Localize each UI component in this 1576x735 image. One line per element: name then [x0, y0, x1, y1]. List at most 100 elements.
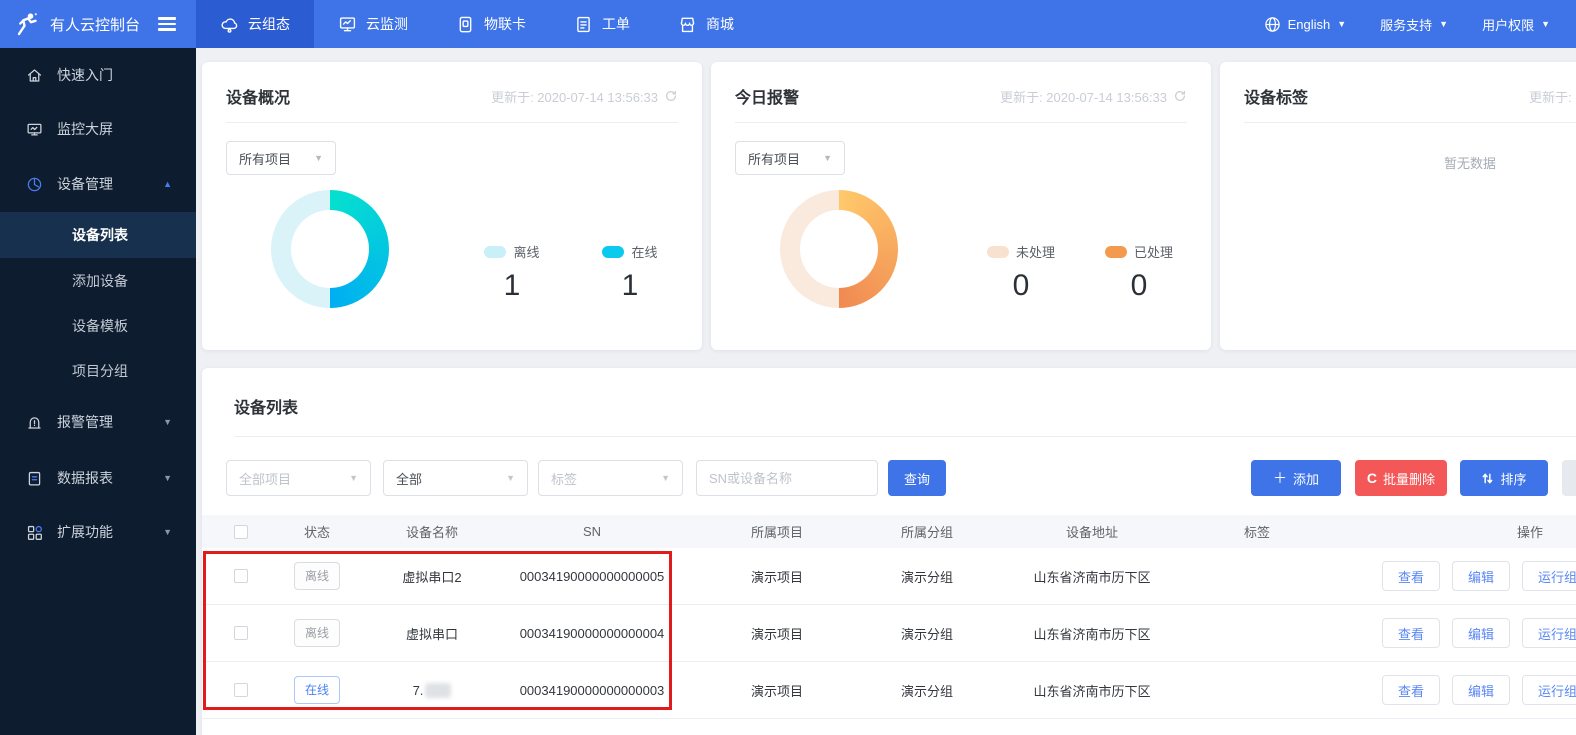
updated-timestamp: 更新于: 2020-07-14 13:56:33: [1000, 87, 1187, 106]
card-title: 设备标签: [1244, 84, 1308, 108]
sidebar-item-device-list[interactable]: 设备列表: [0, 212, 196, 258]
table-header-row: 状态 设备名称 SN 所属项目 所属分组 设备地址 标签 操作: [202, 515, 1576, 548]
sidebar-item-project-group[interactable]: 项目分组: [0, 348, 196, 393]
sidebar-item-extensions[interactable]: 扩展功能 ▼: [0, 505, 196, 559]
refresh-icon[interactable]: [1173, 89, 1187, 103]
edit-button[interactable]: 编辑: [1452, 561, 1510, 591]
edit-button[interactable]: 编辑: [1452, 675, 1510, 705]
updated-timestamp: 更新于: 2020-07-14 13:56:33: [1529, 87, 1576, 106]
user-permission-menu[interactable]: 用户权限 ▼: [1482, 15, 1550, 34]
chevron-down-icon: ▼: [163, 418, 196, 427]
refresh-c-icon: C: [1367, 471, 1377, 485]
empty-data-text: 暂无数据: [1220, 153, 1576, 172]
run-scada-button[interactable]: 运行组态: [1522, 561, 1576, 591]
status-badge: 在线: [294, 676, 340, 704]
online-count: 1: [588, 269, 672, 303]
sort-button[interactable]: 排序: [1460, 460, 1548, 496]
batch-delete-button[interactable]: C 批量删除: [1355, 460, 1447, 496]
status-badge: 离线: [294, 562, 340, 590]
device-address: 山东省济南市历下区: [982, 624, 1202, 643]
redacted-blur: [425, 683, 451, 698]
sim-card-icon: [456, 15, 475, 34]
table-row: 离线 虚拟串口 00034190000000000004 演示项目 演示分组 山…: [202, 605, 1576, 662]
row-checkbox[interactable]: [234, 626, 248, 640]
run-scada-button[interactable]: 运行组态: [1522, 618, 1576, 648]
nav-right: English ▼ 服务支持 ▼ 用户权限 ▼: [1264, 0, 1576, 48]
device-sn: 00034190000000000005: [502, 569, 682, 584]
chevron-down-icon: ▼: [314, 154, 323, 163]
select-all-checkbox[interactable]: [234, 525, 248, 539]
device-list-panel: 设备列表 全部项目 ▼ 全部 ▼ 标签 ▼ 查询 ＋ 添加: [202, 368, 1576, 735]
sidebar-item-data-report[interactable]: 数据报表 ▼: [0, 451, 196, 505]
nav-tabs: 云组态 云监测 物联卡: [196, 0, 758, 48]
sidebar-item-quick-start[interactable]: 快速入门: [0, 48, 196, 102]
card-title: 设备概况: [226, 84, 290, 108]
search-button[interactable]: 查询: [888, 460, 946, 496]
nav-tab-work-order[interactable]: 工单: [550, 0, 654, 48]
legend-offline: 离线 1: [470, 242, 554, 303]
add-button[interactable]: ＋ 添加: [1251, 460, 1341, 496]
device-project: 演示项目: [682, 624, 872, 643]
sidebar: 快速入门 监控大屏 设备管理 ▲ 设备列表 添加设备 设备模板 项目分组: [0, 48, 196, 735]
globe-icon: [1264, 16, 1281, 33]
alarm-bell-icon: [26, 414, 43, 431]
device-table: 状态 设备名称 SN 所属项目 所属分组 设备地址 标签 操作 离线 虚拟串口2…: [202, 515, 1576, 719]
tag-filter-select[interactable]: 标签 ▼: [538, 460, 683, 496]
row-checkbox[interactable]: [234, 683, 248, 697]
offline-count: 1: [470, 269, 554, 303]
sidebar-item-alarm-management[interactable]: 报警管理 ▼: [0, 393, 196, 451]
monitor-chart-icon: [338, 15, 357, 34]
view-button[interactable]: 查看: [1382, 618, 1440, 648]
nav-tab-cloud-scada[interactable]: 云组态: [196, 0, 314, 48]
device-group: 演示分组: [872, 681, 982, 700]
work-order-icon: [574, 15, 593, 34]
cloud-icon: [220, 15, 239, 34]
nav-tab-mall[interactable]: 商城: [654, 0, 758, 48]
sidebar-item-device-template[interactable]: 设备模板: [0, 303, 196, 348]
nav-tab-iot-card[interactable]: 物联卡: [432, 0, 550, 48]
updated-timestamp: 更新于: 2020-07-14 13:56:33: [491, 87, 678, 106]
status-badge: 离线: [294, 619, 340, 647]
refresh-icon[interactable]: [664, 89, 678, 103]
device-status-donut-chart: [271, 190, 389, 308]
card-device-overview: 设备概况 更新于: 2020-07-14 13:56:33 所有项目 ▼ 离线 …: [202, 62, 702, 350]
toolbar-extra-button-cutoff[interactable]: [1562, 460, 1576, 496]
device-name: 7.: [362, 683, 502, 698]
table-row: 离线 虚拟串口2 00034190000000000005 演示项目 演示分组 …: [202, 548, 1576, 605]
sidebar-item-monitor-screen[interactable]: 监控大屏: [0, 102, 196, 156]
project-filter-select[interactable]: 所有项目 ▼: [226, 141, 336, 175]
chevron-down-icon: ▼: [1439, 20, 1448, 29]
sidebar-item-device-management[interactable]: 设备管理 ▲: [0, 156, 196, 212]
device-project: 演示项目: [682, 567, 872, 586]
row-checkbox[interactable]: [234, 569, 248, 583]
device-sn: 00034190000000000004: [502, 626, 682, 641]
sidebar-item-add-device[interactable]: 添加设备: [0, 258, 196, 303]
run-scada-button[interactable]: 运行组态: [1522, 675, 1576, 705]
legend-marker: [602, 246, 624, 258]
edit-button[interactable]: 编辑: [1452, 618, 1510, 648]
search-input[interactable]: [696, 460, 878, 496]
legend-marker: [484, 246, 506, 258]
device-name: 虚拟串口: [362, 624, 502, 643]
service-support-menu[interactable]: 服务支持 ▼: [1380, 15, 1448, 34]
status-filter-select[interactable]: 全部 ▼: [383, 460, 528, 496]
language-selector[interactable]: English ▼: [1264, 16, 1347, 33]
extensions-grid-icon: [26, 524, 43, 541]
card-today-alarms: 今日报警 更新于: 2020-07-14 13:56:33 所有项目 ▼ 未处理…: [711, 62, 1211, 350]
legend-unhandled: 未处理 0: [979, 242, 1063, 303]
view-button[interactable]: 查看: [1382, 675, 1440, 705]
view-button[interactable]: 查看: [1382, 561, 1440, 591]
chevron-down-icon: ▼: [506, 474, 515, 483]
brand-title: 有人云控制台: [50, 14, 140, 35]
brand: 有人云控制台: [0, 0, 196, 48]
nav-tab-cloud-monitor[interactable]: 云监测: [314, 0, 432, 48]
chevron-down-icon: ▼: [1337, 20, 1346, 29]
project-filter-select[interactable]: 所有项目 ▼: [735, 141, 845, 175]
top-navbar: 有人云控制台 云组态 云监测: [0, 0, 1576, 48]
legend-online: 在线 1: [588, 242, 672, 303]
device-project: 演示项目: [682, 681, 872, 700]
device-address: 山东省济南市历下区: [982, 567, 1202, 586]
project-filter-select[interactable]: 全部项目 ▼: [226, 460, 371, 496]
device-name: 虚拟串口2: [362, 567, 502, 586]
hamburger-menu-icon[interactable]: [158, 17, 176, 31]
